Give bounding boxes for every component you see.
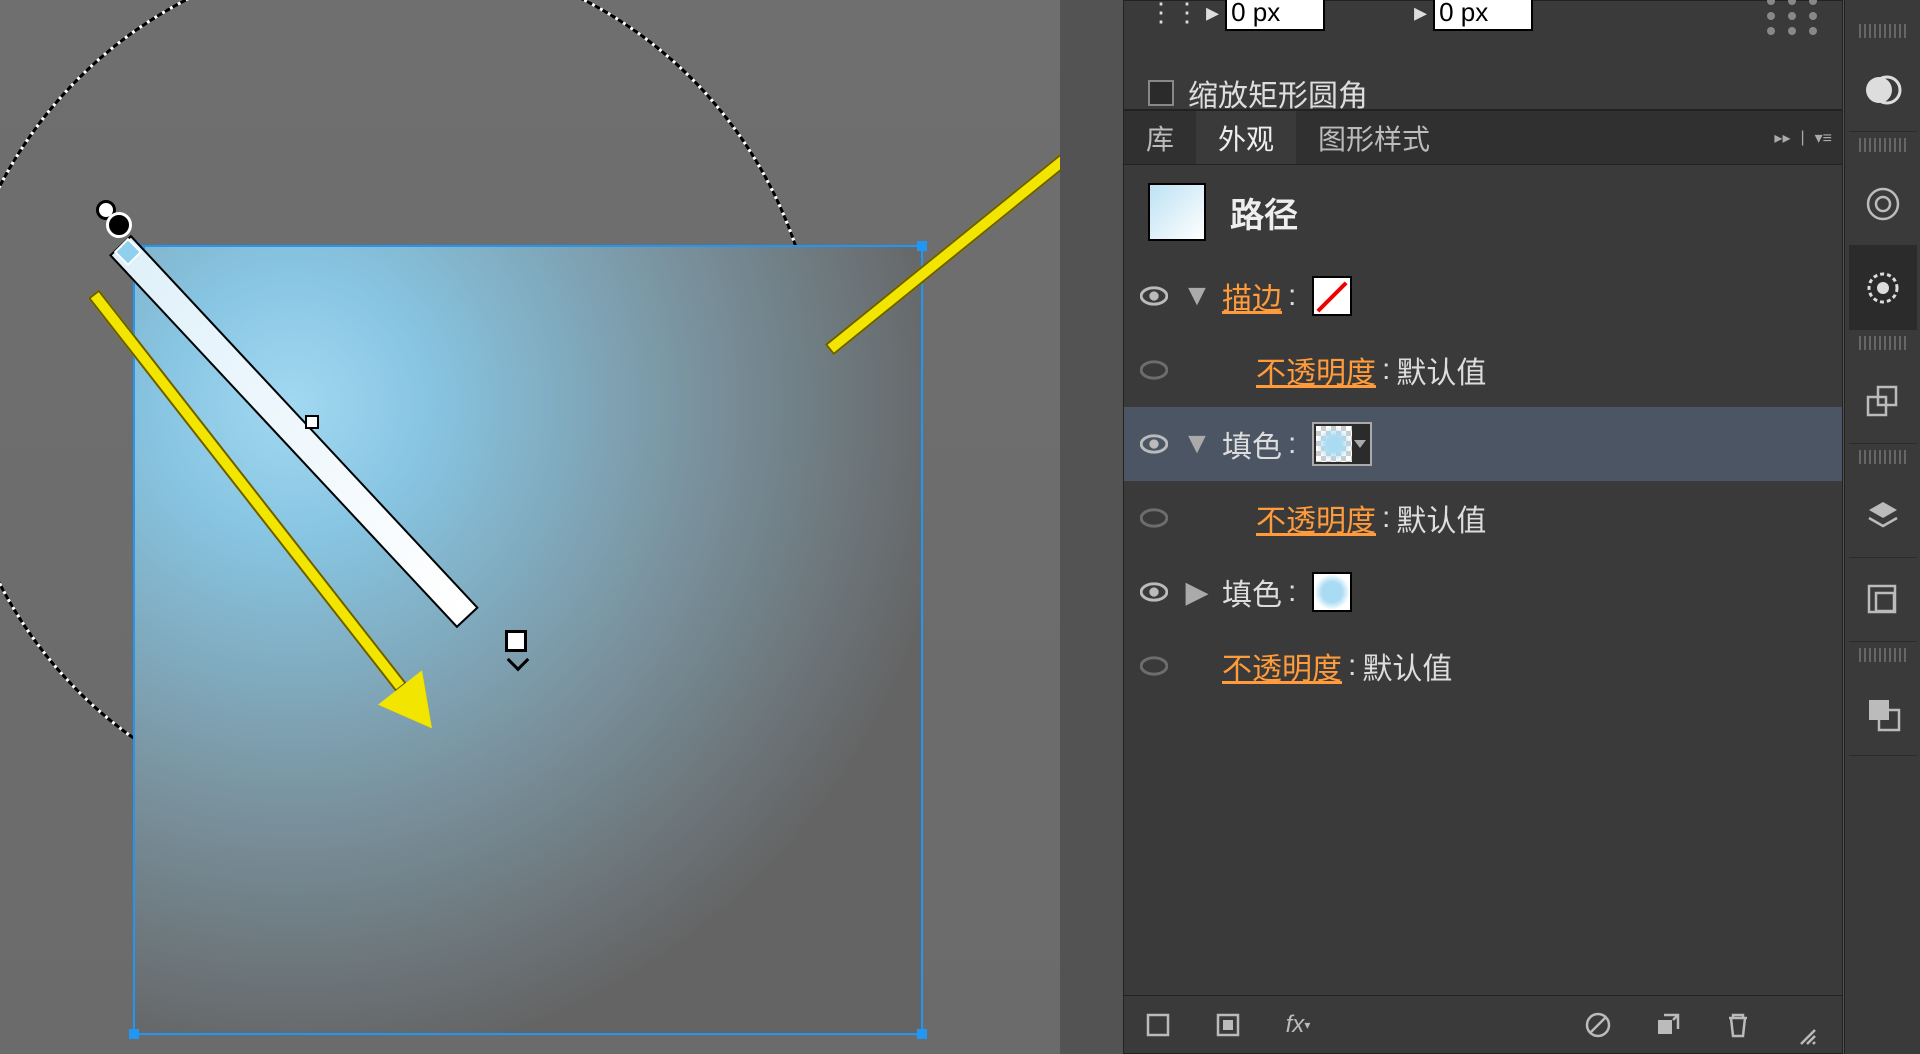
trash-icon[interactable] — [1722, 1009, 1754, 1041]
dock-grip-icon[interactable] — [1859, 450, 1907, 464]
appearance-panel: 库 外观 图形样式 ▸▸ | ▾≡ 路径 ▼ 描边: 不透明度: 默认值 — [1123, 110, 1843, 1054]
colon: : — [1348, 649, 1356, 683]
object-header: 路径 — [1124, 165, 1842, 259]
tab-graphic-styles[interactable]: 图形样式 — [1296, 111, 1452, 164]
panel-menu-icon[interactable]: ▾≡ — [1815, 128, 1832, 148]
disclosure-right-icon[interactable]: ▶ — [1186, 581, 1208, 603]
gradient-start-handle[interactable] — [106, 212, 132, 238]
tab-library[interactable]: 库 — [1124, 111, 1196, 164]
dock-grip-icon[interactable] — [1859, 648, 1907, 662]
new-stroke-icon[interactable] — [1142, 1009, 1174, 1041]
object-title: 路径 — [1230, 188, 1298, 237]
fill-color-dropdown[interactable] — [1312, 422, 1372, 466]
stroke-opacity-row[interactable]: 不透明度: 默认值 — [1124, 333, 1842, 407]
y-input[interactable] — [1433, 0, 1533, 31]
link-icon[interactable]: ⋮⋮ — [1148, 0, 1200, 28]
fill-row-1[interactable]: ▼ 填色: — [1124, 407, 1842, 481]
disclosure-down-icon[interactable]: ▼ — [1186, 433, 1208, 455]
appearance-dock-icon[interactable] — [1849, 246, 1917, 330]
panel-footer: fx▾ — [1124, 995, 1842, 1053]
resize-grip-icon[interactable] — [1792, 1021, 1824, 1053]
scale-corners-label: 缩放矩形圆角 — [1188, 71, 1368, 115]
stroke-label[interactable]: 描边 — [1222, 274, 1282, 318]
x-input[interactable] — [1225, 0, 1325, 31]
visibility-eye-icon[interactable] — [1138, 502, 1170, 534]
colon: : — [1382, 501, 1390, 535]
handle-bottom-right[interactable] — [917, 1029, 927, 1039]
transform-panel: ⋮⋮ ▸ ▸ 缩放矩形圆角 — [1123, 0, 1843, 110]
canvas[interactable] — [0, 0, 1060, 1054]
panel-tabs: 库 外观 图形样式 ▸▸ | ▾≡ — [1124, 111, 1842, 165]
colon: : — [1382, 353, 1390, 387]
artboards-dock-icon[interactable] — [1849, 558, 1917, 642]
opacity-value: 默认值 — [1396, 496, 1486, 540]
pathfinder-dock-icon[interactable] — [1849, 672, 1917, 756]
colon: : — [1288, 279, 1296, 313]
tab-appearance[interactable]: 外观 — [1196, 111, 1296, 164]
visibility-eye-icon[interactable] — [1138, 354, 1170, 386]
dock-grip-icon[interactable] — [1859, 24, 1907, 38]
opacity-value: 默认值 — [1362, 644, 1452, 688]
handle-top-left[interactable] — [129, 241, 139, 251]
scale-corners-checkbox[interactable] — [1148, 80, 1174, 106]
fill-label: 填色 — [1222, 422, 1282, 466]
y-field: ▸ — [1414, 0, 1533, 31]
fx-icon[interactable]: fx▾ — [1282, 1009, 1314, 1041]
fill-label: 填色 — [1222, 570, 1282, 614]
gradient-origin-handle[interactable] — [96, 200, 116, 220]
visibility-eye-icon[interactable] — [1138, 280, 1170, 312]
transform-dock-icon[interactable] — [1849, 360, 1917, 444]
right-dock — [1844, 0, 1920, 1054]
visibility-eye-icon[interactable] — [1138, 428, 1170, 460]
stepper-icon[interactable]: ▸ — [1206, 0, 1219, 28]
colon: : — [1288, 575, 1296, 609]
selected-rectangle[interactable] — [133, 245, 923, 1035]
object-thumbnail[interactable] — [1148, 183, 1206, 241]
opacity-label[interactable]: 不透明度 — [1222, 644, 1342, 688]
dock-grip-icon[interactable] — [1859, 336, 1907, 350]
collapse-icon[interactable]: ▸▸ — [1774, 128, 1790, 148]
new-fill-icon[interactable] — [1212, 1009, 1244, 1041]
opacity-label[interactable]: 不透明度 — [1256, 348, 1376, 392]
layers-dock-icon[interactable] — [1849, 474, 1917, 558]
color-panel-icon[interactable] — [1849, 48, 1917, 132]
handle-bottom-left[interactable] — [129, 1029, 139, 1039]
fill1-opacity-row[interactable]: 不透明度: 默认值 — [1124, 481, 1842, 555]
cloud-libraries-icon[interactable] — [1849, 162, 1917, 246]
colon: : — [1288, 427, 1296, 461]
visibility-eye-icon[interactable] — [1138, 650, 1170, 682]
fill-color-swatch[interactable] — [1312, 572, 1352, 612]
opacity-value: 默认值 — [1396, 348, 1486, 392]
stroke-color-none-swatch[interactable] — [1312, 276, 1352, 316]
duplicate-item-icon[interactable] — [1652, 1009, 1684, 1041]
object-opacity-row[interactable]: 不透明度: 默认值 — [1124, 629, 1842, 703]
clear-appearance-icon[interactable] — [1582, 1009, 1614, 1041]
stepper-icon[interactable]: ▸ — [1414, 0, 1427, 28]
visibility-eye-icon[interactable] — [1138, 576, 1170, 608]
fill-row-2[interactable]: ▶ 填色: — [1124, 555, 1842, 629]
disclosure-down-icon[interactable]: ▼ — [1186, 285, 1208, 307]
x-field: ⋮⋮ ▸ — [1148, 0, 1325, 31]
dock-grip-icon[interactable] — [1859, 138, 1907, 152]
reference-point-widget[interactable] — [1762, 0, 1822, 37]
opacity-label[interactable]: 不透明度 — [1256, 496, 1376, 540]
divider-icon: | — [1800, 129, 1804, 147]
stroke-row[interactable]: ▼ 描边: — [1124, 259, 1842, 333]
handle-top-right[interactable] — [917, 241, 927, 251]
